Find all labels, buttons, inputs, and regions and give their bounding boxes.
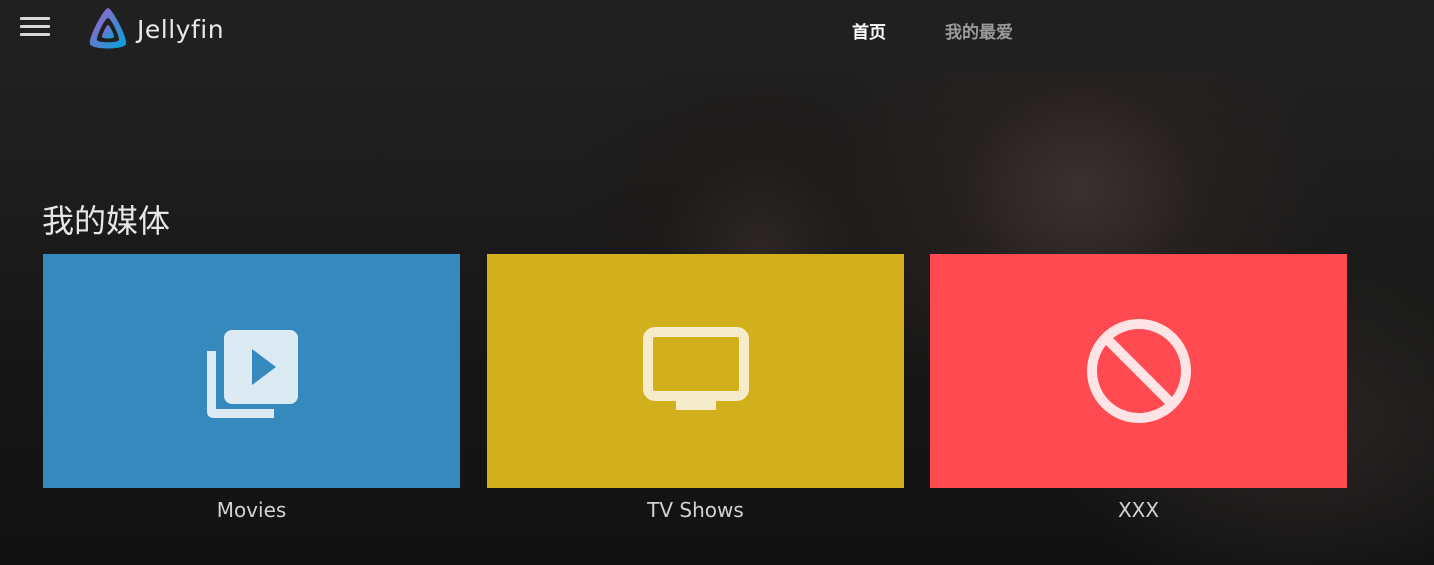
library-label-tv-shows[interactable]: TV Shows	[487, 498, 904, 522]
library-card-xxx[interactable]: XXX	[930, 254, 1347, 522]
library-card-movies[interactable]: Movies	[43, 254, 460, 522]
tab-favorites[interactable]: 我的最爱	[945, 18, 1013, 43]
app-header: Jellyfin 首页 我的最爱	[0, 0, 1434, 73]
library-label-xxx[interactable]: XXX	[930, 498, 1347, 522]
library-tile-movies[interactable]	[43, 254, 460, 488]
section-title: 我的媒体	[42, 202, 171, 240]
page: Jellyfin 首页 我的最爱 我的媒体 Movies TV Shows XX…	[0, 0, 1434, 565]
tv-icon	[642, 327, 749, 410]
jellyfin-logo-icon	[89, 8, 127, 49]
library-tile-xxx[interactable]	[930, 254, 1347, 488]
app-name: Jellyfin	[137, 14, 225, 44]
tab-home[interactable]: 首页	[852, 18, 886, 43]
video-library-icon	[206, 330, 298, 418]
block-icon	[1086, 319, 1191, 423]
jellyfin-logo[interactable]: Jellyfin	[84, 6, 224, 52]
library-card-tv-shows[interactable]: TV Shows	[487, 254, 904, 522]
library-tile-tv-shows[interactable]	[487, 254, 904, 488]
hamburger-menu-icon[interactable]	[20, 17, 50, 41]
library-label-movies[interactable]: Movies	[43, 498, 460, 522]
